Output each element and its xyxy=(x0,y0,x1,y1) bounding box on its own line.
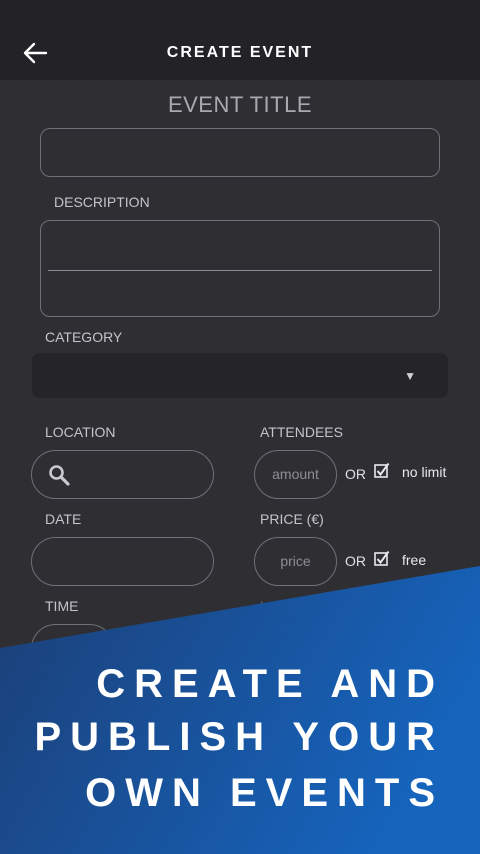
free-label: free xyxy=(402,552,427,568)
price-input[interactable]: price xyxy=(254,537,337,586)
no-limit-checkbox-icon[interactable] xyxy=(374,462,390,478)
attendees-or-text: OR xyxy=(345,466,366,482)
description-label: DESCRIPTION xyxy=(54,194,150,210)
time-from-placeholder: from xyxy=(58,640,87,656)
time-until-placeholder: until xyxy=(158,640,185,656)
event-title-label: EVENT TITLE xyxy=(167,92,313,117)
no-limit-label: no limit xyxy=(402,464,447,480)
location-label: LOCATION xyxy=(45,424,116,440)
dropdown-arrow-icon: ▼ xyxy=(404,369,416,383)
attendees-placeholder: amount xyxy=(272,466,319,482)
price-label: PRICE (€) xyxy=(260,511,324,527)
date-label: DATE xyxy=(45,511,82,527)
promo-line-3: OWN EVENTS xyxy=(85,771,444,815)
time-label: TIME xyxy=(45,598,79,614)
attendees-label: ATTENDEES xyxy=(260,424,343,440)
attendees-input[interactable]: amount xyxy=(254,450,337,499)
price-or-text: OR xyxy=(345,553,366,569)
category-select[interactable]: ▼ xyxy=(32,353,448,398)
promo-line-2: PUBLISH YOUR xyxy=(34,715,444,759)
promo-line-1: CREATE AND xyxy=(96,662,444,706)
page-title: CREATE EVENT xyxy=(166,44,314,61)
event-title-input[interactable] xyxy=(40,128,440,177)
price-placeholder: price xyxy=(280,553,311,569)
description-divider xyxy=(48,270,432,271)
app-header: CREATE EVENT xyxy=(0,0,480,80)
date-input[interactable] xyxy=(31,537,214,586)
search-icon xyxy=(49,465,70,486)
location-input[interactable] xyxy=(31,450,214,499)
language-label: LANG... xyxy=(260,598,310,614)
language-placeholder: english xyxy=(279,640,325,656)
description-textarea[interactable] xyxy=(40,220,440,317)
category-label: CATEGORY xyxy=(45,329,123,345)
free-checkbox-icon[interactable] xyxy=(374,550,390,566)
